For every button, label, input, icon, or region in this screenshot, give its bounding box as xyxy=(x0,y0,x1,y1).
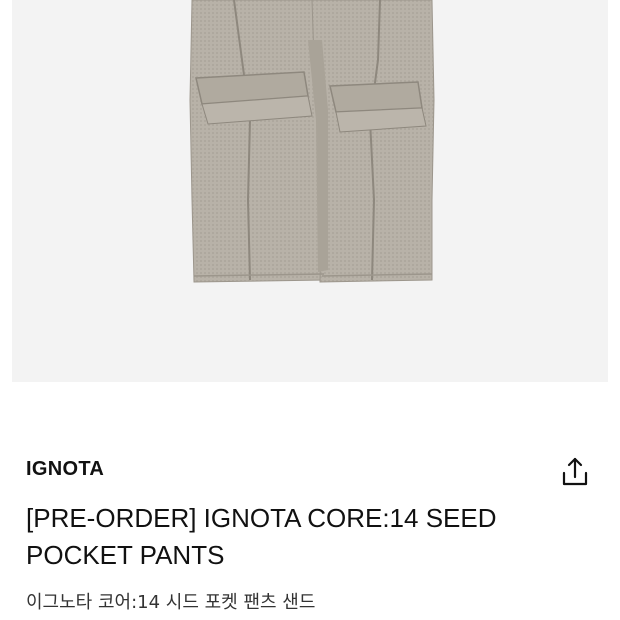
product-title-line2: POCKET PANTS xyxy=(26,540,225,570)
share-button[interactable] xyxy=(560,456,590,488)
product-title: [PRE-ORDER] IGNOTA CORE:14 SEED POCKET P… xyxy=(26,500,586,574)
product-subtitle-korean: 이그노타 코어:14 시드 포켓 팬츠 샌드 xyxy=(26,592,316,613)
product-detail-page: IGNOTA [PRE-ORDER] IGNOTA CORE:14 SEED P… xyxy=(0,0,620,620)
brand-name[interactable]: IGNOTA xyxy=(26,458,104,481)
share-icon xyxy=(562,457,588,486)
pants-illustration xyxy=(189,0,435,283)
product-title-line1: [PRE-ORDER] IGNOTA CORE:14 SEED xyxy=(26,503,497,533)
product-image[interactable] xyxy=(12,0,608,382)
